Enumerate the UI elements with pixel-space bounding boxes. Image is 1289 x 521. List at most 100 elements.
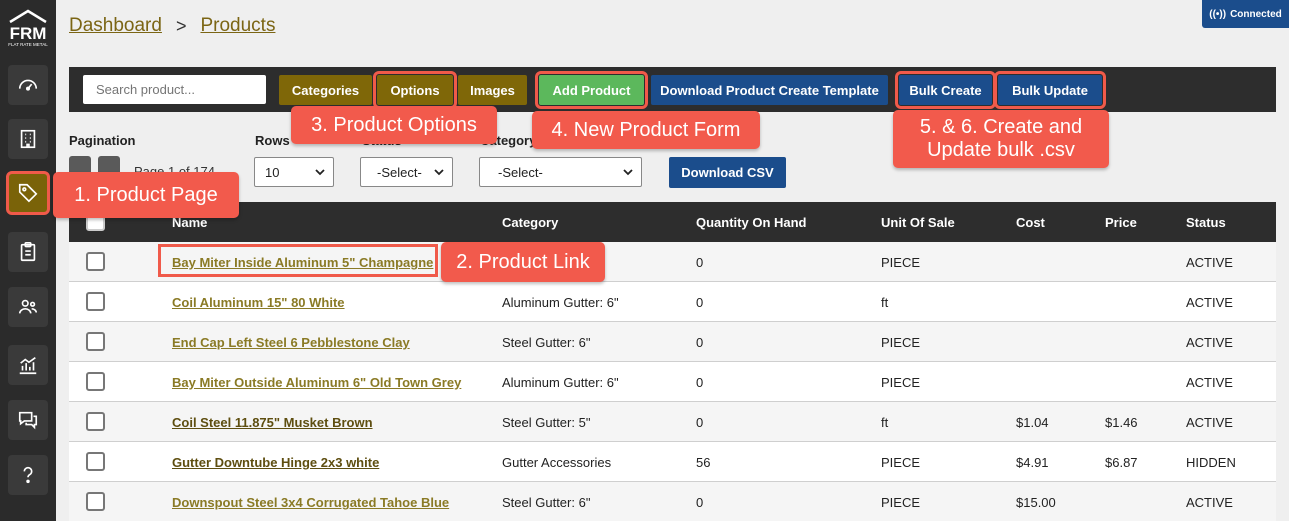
product-quantity: 0 xyxy=(696,415,704,430)
sidebar: FRM FLAT RATE METAL xyxy=(0,0,56,521)
nav-users[interactable] xyxy=(8,287,48,327)
breadcrumb: Dashboard > Products xyxy=(69,15,275,37)
product-name-link[interactable]: Bay Miter Outside Aluminum 6" Old Town G… xyxy=(172,375,461,390)
status-select[interactable]: -Select- xyxy=(360,157,453,187)
product-link-highlight xyxy=(158,244,438,277)
row-checkbox[interactable] xyxy=(86,292,105,311)
table-row[interactable]: Downspout Steel 3x4 Corrugated Tahoe Blu… xyxy=(69,482,1276,521)
nav-help[interactable] xyxy=(8,455,48,495)
product-category: Steel Gutter: 6" xyxy=(502,335,591,350)
chat-icon xyxy=(18,411,38,430)
callout-product-link: 2. Product Link xyxy=(441,242,605,282)
bulk-update-button[interactable]: Bulk Update xyxy=(994,71,1106,109)
rows-select[interactable]: 10 xyxy=(254,157,334,187)
table-row[interactable]: Gutter Downtube Hinge 2x3 white Gutter Ac… xyxy=(69,442,1276,482)
product-name-link[interactable]: Coil Steel 11.875" Musket Brown xyxy=(172,415,373,430)
download-csv-button[interactable]: Download CSV xyxy=(669,157,786,188)
table-row[interactable]: Bay Miter Inside Aluminum 5" Champagne5"… xyxy=(69,242,1276,282)
nav-messages[interactable] xyxy=(8,400,48,440)
product-unit: ft xyxy=(881,295,889,310)
add-product-button[interactable]: Add Product xyxy=(535,71,648,109)
bulk-create-button[interactable]: Bulk Create xyxy=(895,71,996,109)
header-status[interactable]: Status xyxy=(1186,215,1226,230)
rows-label: Rows xyxy=(255,133,290,148)
product-category: Gutter Accessories xyxy=(502,455,612,470)
category-select[interactable]: -Select- xyxy=(479,157,642,187)
product-name-link[interactable]: Downspout Steel 3x4 Corrugated Tahoe Blu… xyxy=(172,495,449,510)
nav-companies[interactable] xyxy=(8,119,48,159)
header-cost[interactable]: Cost xyxy=(1016,215,1045,230)
row-checkbox[interactable] xyxy=(86,252,105,271)
product-status: ACTIVE xyxy=(1186,495,1233,510)
nav-reports[interactable] xyxy=(8,345,48,385)
product-unit: PIECE xyxy=(881,335,921,350)
product-status: ACTIVE xyxy=(1186,375,1233,390)
pagination-label: Pagination xyxy=(69,133,136,148)
status-select-value: -Select- xyxy=(377,164,422,180)
users-icon xyxy=(18,299,38,314)
table-row[interactable]: Coil Steel 11.875" Musket Brown Steel Gut… xyxy=(69,402,1276,442)
header-quantity[interactable]: Quantity On Hand xyxy=(696,215,807,230)
table-row[interactable]: Bay Miter Outside Aluminum 6" Old Town G… xyxy=(69,362,1276,402)
product-quantity: 0 xyxy=(696,295,704,310)
product-cost: $1.04 xyxy=(1016,415,1049,430)
products-toolbar: Categories Options Images Add Product Do… xyxy=(69,67,1276,112)
download-template-button[interactable]: Download Product Create Template xyxy=(651,75,888,105)
chevron-down-icon xyxy=(623,169,633,176)
product-status: ACTIVE xyxy=(1186,295,1233,310)
categories-button[interactable]: Categories xyxy=(279,75,372,105)
product-cost: $4.91 xyxy=(1016,455,1049,470)
header-price[interactable]: Price xyxy=(1105,215,1137,230)
product-name-link[interactable]: Coil Aluminum 15" 80 White xyxy=(172,295,345,310)
product-name-link[interactable]: End Cap Left Steel 6 Pebblestone Clay xyxy=(172,335,410,350)
header-unit[interactable]: Unit Of Sale xyxy=(881,215,955,230)
nav-dashboard[interactable] xyxy=(8,65,48,105)
product-cost: $15.00 xyxy=(1016,495,1056,510)
breadcrumb-products[interactable]: Products xyxy=(200,15,275,37)
product-status: ACTIVE xyxy=(1186,415,1233,430)
building-icon xyxy=(20,129,36,149)
help-icon xyxy=(23,466,33,484)
products-table: Name Category Quantity On Hand Unit Of S… xyxy=(69,202,1276,521)
product-name-link[interactable]: Gutter Downtube Hinge 2x3 white xyxy=(172,455,379,470)
dashboard-gauge-icon xyxy=(18,79,38,91)
table-header: Name Category Quantity On Hand Unit Of S… xyxy=(69,202,1276,242)
product-quantity: 56 xyxy=(696,455,711,470)
callout-product-page: 1. Product Page xyxy=(53,172,239,218)
header-category[interactable]: Category xyxy=(502,215,558,230)
options-button[interactable]: Options xyxy=(373,71,457,109)
callout-bulk-csv: 5. & 6. Create and Update bulk .csv xyxy=(893,110,1109,168)
images-button[interactable]: Images xyxy=(458,75,527,105)
table-row[interactable]: End Cap Left Steel 6 Pebblestone Clay Ste… xyxy=(69,322,1276,362)
row-checkbox[interactable] xyxy=(86,492,105,511)
callout-product-options: 3. Product Options xyxy=(291,106,497,144)
row-checkbox[interactable] xyxy=(86,412,105,431)
clipboard-icon xyxy=(20,242,36,262)
table-row[interactable]: Coil Aluminum 15" 80 White Aluminum Gutte… xyxy=(69,282,1276,322)
product-unit: ft xyxy=(881,415,889,430)
product-quantity: 0 xyxy=(696,255,704,270)
row-checkbox[interactable] xyxy=(86,372,105,391)
product-unit: PIECE xyxy=(881,255,921,270)
product-quantity: 0 xyxy=(696,375,704,390)
category-select-value: -Select- xyxy=(498,164,543,180)
tag-icon xyxy=(18,183,38,203)
row-checkbox[interactable] xyxy=(86,452,105,471)
chevron-down-icon xyxy=(434,169,444,176)
signal-icon: ((•)) xyxy=(1209,8,1227,20)
nav-products[interactable] xyxy=(6,171,50,215)
chevron-down-icon xyxy=(315,169,325,176)
row-checkbox[interactable] xyxy=(86,332,105,351)
search-input[interactable] xyxy=(83,75,266,104)
product-price: $6.87 xyxy=(1105,455,1138,470)
app-logo[interactable]: FRM FLAT RATE METAL xyxy=(6,8,50,48)
nav-orders[interactable] xyxy=(8,232,48,272)
callout-new-product-form: 4. New Product Form xyxy=(532,111,760,149)
breadcrumb-dashboard[interactable]: Dashboard xyxy=(69,15,162,37)
product-status: ACTIVE xyxy=(1186,335,1233,350)
product-quantity: 0 xyxy=(696,495,704,510)
product-status: HIDDEN xyxy=(1186,455,1236,470)
breadcrumb-separator: > xyxy=(175,15,187,36)
rows-select-value: 10 xyxy=(265,164,280,180)
product-unit: PIECE xyxy=(881,455,921,470)
